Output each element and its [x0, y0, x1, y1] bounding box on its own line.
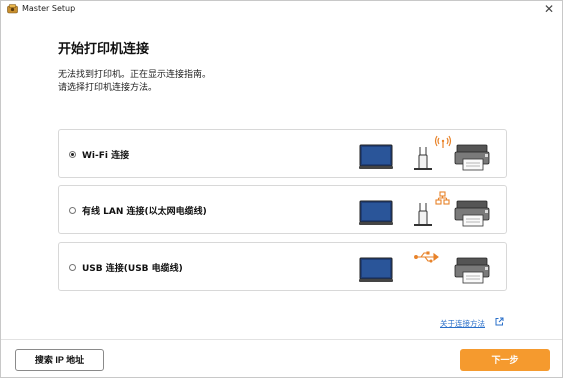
option-usb-label: USB 连接(USB 电缆线): [82, 264, 183, 274]
footer-divider: [1, 339, 562, 340]
laptop-icon: [359, 257, 393, 282]
description-line-1: 无法找到打印机。正在显示连接指南。: [58, 70, 212, 80]
radio-usb[interactable]: [69, 264, 76, 271]
master-setup-window: Master Setup ✕ 开始打印机连接 无法找到打印机。正在显示连接指南。…: [0, 0, 563, 378]
usb-connection-illustration: [359, 251, 490, 284]
wifi-signal-icon: [434, 135, 452, 148]
option-wifi-label: Wi-Fi 连接: [82, 151, 130, 161]
description-line-2: 请选择打印机连接方法。: [58, 83, 158, 93]
connection-method-help-link[interactable]: 关于连接方法: [440, 318, 485, 329]
option-wired-lan[interactable]: 有线 LAN 连接(以太网电缆线): [58, 185, 507, 234]
lan-connection-illustration: [359, 191, 490, 227]
router-icon: [414, 147, 432, 170]
printer-icon: [454, 144, 490, 171]
external-link-icon[interactable]: [495, 317, 504, 326]
wifi-connection-illustration: [359, 135, 490, 171]
app-icon: [7, 4, 18, 14]
title-bar: Master Setup ✕: [1, 1, 562, 19]
printer-icon: [454, 257, 490, 284]
option-wifi[interactable]: Wi-Fi 连接: [58, 129, 507, 178]
laptop-icon: [359, 200, 393, 225]
network-icon: [435, 191, 450, 205]
search-ip-address-button[interactable]: 搜索 IP 地址: [15, 349, 104, 371]
page-title: 开始打印机连接: [58, 42, 150, 57]
option-wired-lan-label: 有线 LAN 连接(以太网电缆线): [82, 207, 207, 217]
next-button[interactable]: 下一步: [460, 349, 550, 371]
printer-icon: [454, 200, 490, 227]
option-usb[interactable]: USB 连接(USB 电缆线): [58, 242, 507, 291]
close-icon[interactable]: ✕: [544, 3, 554, 15]
radio-wifi[interactable]: [69, 151, 76, 158]
laptop-icon: [359, 144, 393, 169]
usb-icon: [414, 251, 439, 263]
router-icon: [414, 203, 432, 226]
window-title: Master Setup: [22, 4, 76, 13]
radio-wired-lan[interactable]: [69, 207, 76, 214]
